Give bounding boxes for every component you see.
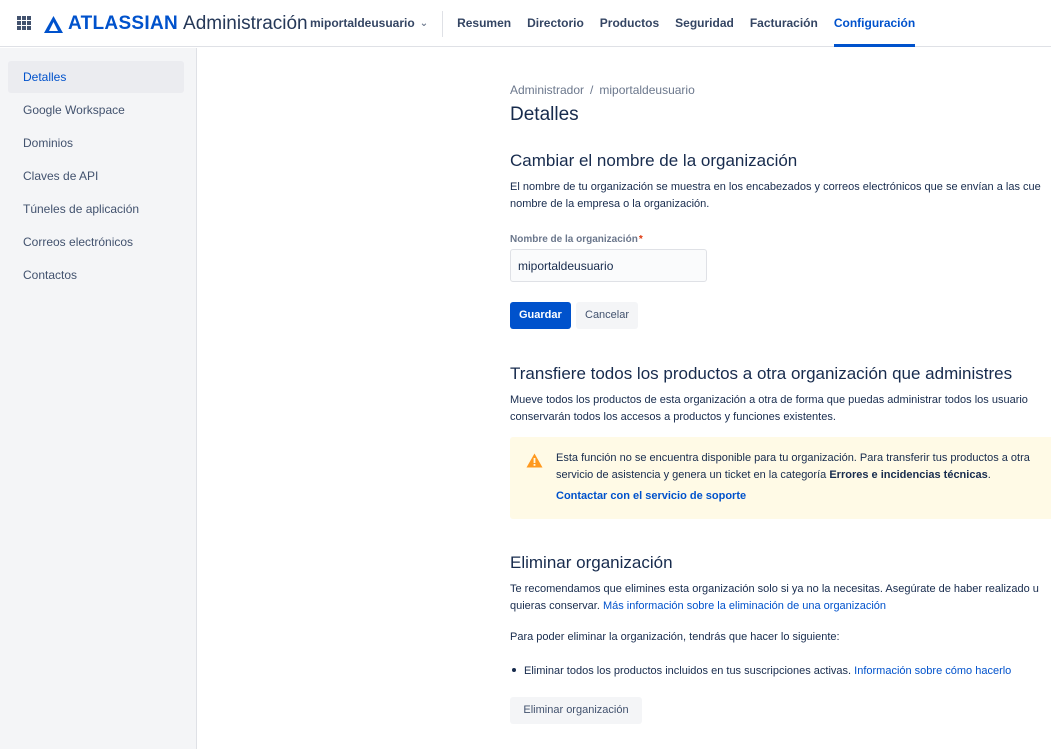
rename-description-line2: nombre de la empresa o la organización. [510, 198, 710, 210]
transfer-description-line1: Mueve todos los productos de esta organi… [510, 394, 1028, 406]
brand-name: ATLASSIAN [68, 13, 179, 34]
warning-text-line2: servicio de asistencia y genera un ticke… [556, 467, 991, 484]
cancel-button[interactable]: Cancelar [576, 302, 639, 329]
nav-productos[interactable]: Productos [600, 0, 659, 47]
org-name-label: Nombre de la organización* [510, 234, 643, 245]
warning-text-line2-post: . [987, 469, 991, 481]
contact-support-link[interactable]: Contactar con el servicio de soporte [556, 490, 746, 502]
delete-description-line1: Te recomendamos que elimines esta organi… [510, 583, 1039, 595]
sidebar-item-contactos[interactable]: Contactos [8, 259, 184, 291]
delete-requirement: Para poder eliminar la organización, ten… [510, 631, 840, 643]
delete-heading: Eliminar organización [510, 553, 673, 572]
nav-divider [442, 10, 444, 37]
delete-description-line2: quieras conservar. Más información sobre… [510, 598, 886, 615]
delete-organization-button[interactable]: Eliminar organización [510, 697, 642, 724]
breadcrumb-org[interactable]: miportaldeusuario [599, 83, 694, 97]
chevron-down-icon: ⌄ [419, 18, 429, 29]
main-nav: miportaldeusuario ⌄ Resumen Directorio P… [310, 0, 931, 47]
page-title: Detalles [510, 104, 579, 125]
how-to-link[interactable]: Información sobre cómo hacerlo [854, 665, 1011, 677]
nav-facturacion[interactable]: Facturación [750, 0, 818, 47]
org-name-label-text: Nombre de la organización [510, 234, 638, 245]
breadcrumb-admin[interactable]: Administrador [510, 83, 584, 97]
org-switcher[interactable]: miportaldeusuario ⌄ [310, 0, 428, 47]
main-content: Administrador / miportaldeusuario Detalles… [510, 48, 1051, 749]
warning-icon [526, 453, 543, 468]
org-switcher-label: miportaldeusuario [310, 16, 415, 30]
warning-category: Errores e incidencias técnicas [829, 469, 988, 481]
transfer-warning-banner: Esta función no se encuentra disponible … [510, 437, 1051, 519]
sidebar-item-correos[interactable]: Correos electrónicos [8, 226, 184, 258]
atlassian-triangle-icon [44, 15, 63, 33]
product-name: Administración [183, 13, 308, 34]
top-navigation: ATLASSIAN Administración miportaldeusuar… [0, 0, 1051, 47]
nav-configuracion[interactable]: Configuración [833, 0, 916, 47]
sidebar-item-detalles[interactable]: Detalles [8, 61, 184, 93]
required-asterisk: * [638, 234, 643, 245]
app-switcher-icon[interactable] [17, 16, 31, 30]
save-button[interactable]: Guardar [510, 302, 571, 329]
sidebar-item-claves-api[interactable]: Claves de API [8, 160, 184, 192]
bullet-icon [512, 668, 516, 672]
transfer-heading: Transfiere todos los productos a otra or… [510, 364, 1013, 383]
org-name-input[interactable] [510, 249, 707, 282]
transfer-description-line2: conservarán todos los accesos a producto… [510, 411, 836, 423]
rename-heading: Cambiar el nombre de la organización [510, 151, 798, 170]
nav-seguridad[interactable]: Seguridad [675, 0, 734, 47]
settings-sidebar: Detalles Google Workspace Dominios Clave… [0, 48, 197, 749]
warning-text-line2-pre: servicio de asistencia y genera un ticke… [556, 469, 830, 481]
delete-requirement-item: Eliminar todos los productos incluidos e… [510, 663, 1011, 680]
rename-description-line1: El nombre de tu organización se muestra … [510, 181, 1041, 193]
sidebar-item-dominios[interactable]: Dominios [8, 127, 184, 159]
breadcrumb: Administrador / miportaldeusuario [510, 83, 695, 97]
sidebar-item-tuneles[interactable]: Túneles de aplicación [8, 193, 184, 225]
sidebar-item-google-workspace[interactable]: Google Workspace [8, 94, 184, 126]
atlassian-logo[interactable]: ATLASSIAN Administración [44, 13, 308, 35]
delete-requirement-text: Eliminar todos los productos incluidos e… [524, 665, 855, 677]
delete-description-line2-pre: quieras conservar. [510, 600, 603, 612]
breadcrumb-separator: / [590, 83, 594, 97]
delete-info-link[interactable]: Más información sobre la eliminación de … [603, 600, 886, 612]
warning-text-line1: Esta función no se encuentra disponible … [556, 452, 1030, 464]
nav-directorio[interactable]: Directorio [527, 0, 584, 47]
nav-resumen[interactable]: Resumen [457, 0, 511, 47]
